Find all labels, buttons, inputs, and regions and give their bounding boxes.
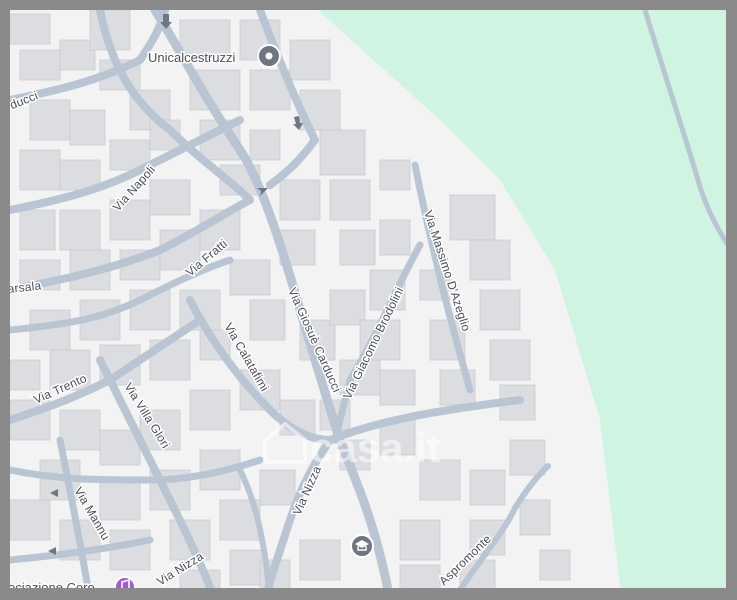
poi-label-unicalcestruzzi: Unicalcestruzzi — [148, 50, 236, 65]
building — [449, 194, 496, 241]
building — [379, 219, 411, 256]
building — [29, 99, 71, 141]
building — [19, 209, 56, 251]
building — [19, 149, 61, 191]
building — [99, 479, 141, 521]
building — [289, 39, 331, 81]
graduation-cap-icon — [350, 534, 374, 558]
building — [59, 409, 101, 451]
building — [399, 519, 441, 561]
building — [59, 209, 101, 251]
building — [489, 339, 531, 381]
map-canvas[interactable]: Via Napoli Via Fratti Via Giosuè Carducc… — [10, 10, 726, 588]
building — [469, 239, 511, 281]
building — [10, 359, 41, 391]
map-pin-icon — [257, 44, 281, 68]
building — [379, 159, 411, 191]
poi-school[interactable] — [350, 534, 374, 558]
building — [10, 13, 51, 45]
music-note-icon — [114, 576, 136, 588]
map-viewport[interactable]: Via Napoli Via Fratti Via Giosuè Carducc… — [10, 10, 726, 588]
building — [339, 229, 376, 266]
casa-it-watermark: casa.it — [263, 421, 441, 471]
building — [249, 299, 286, 341]
building — [299, 539, 341, 581]
watermark-text: casa.it — [310, 424, 441, 471]
poi-label-associazione: ociazione Coro — [10, 580, 95, 588]
building — [279, 179, 321, 221]
building — [249, 129, 281, 161]
building — [109, 529, 151, 571]
building — [539, 549, 571, 581]
building — [509, 439, 546, 476]
building — [469, 469, 506, 506]
building — [329, 179, 371, 221]
building — [10, 499, 51, 541]
building — [399, 564, 441, 588]
poi-associazione-coro[interactable]: ociazione Coro — [10, 576, 136, 588]
building — [379, 369, 416, 406]
building — [69, 109, 106, 146]
building — [319, 129, 366, 176]
street-label-marsala: arsala — [10, 279, 42, 296]
building — [519, 499, 551, 536]
building — [479, 289, 521, 331]
building — [229, 259, 271, 296]
building — [189, 389, 231, 431]
building — [149, 179, 191, 216]
building — [19, 49, 61, 81]
building — [259, 469, 296, 506]
